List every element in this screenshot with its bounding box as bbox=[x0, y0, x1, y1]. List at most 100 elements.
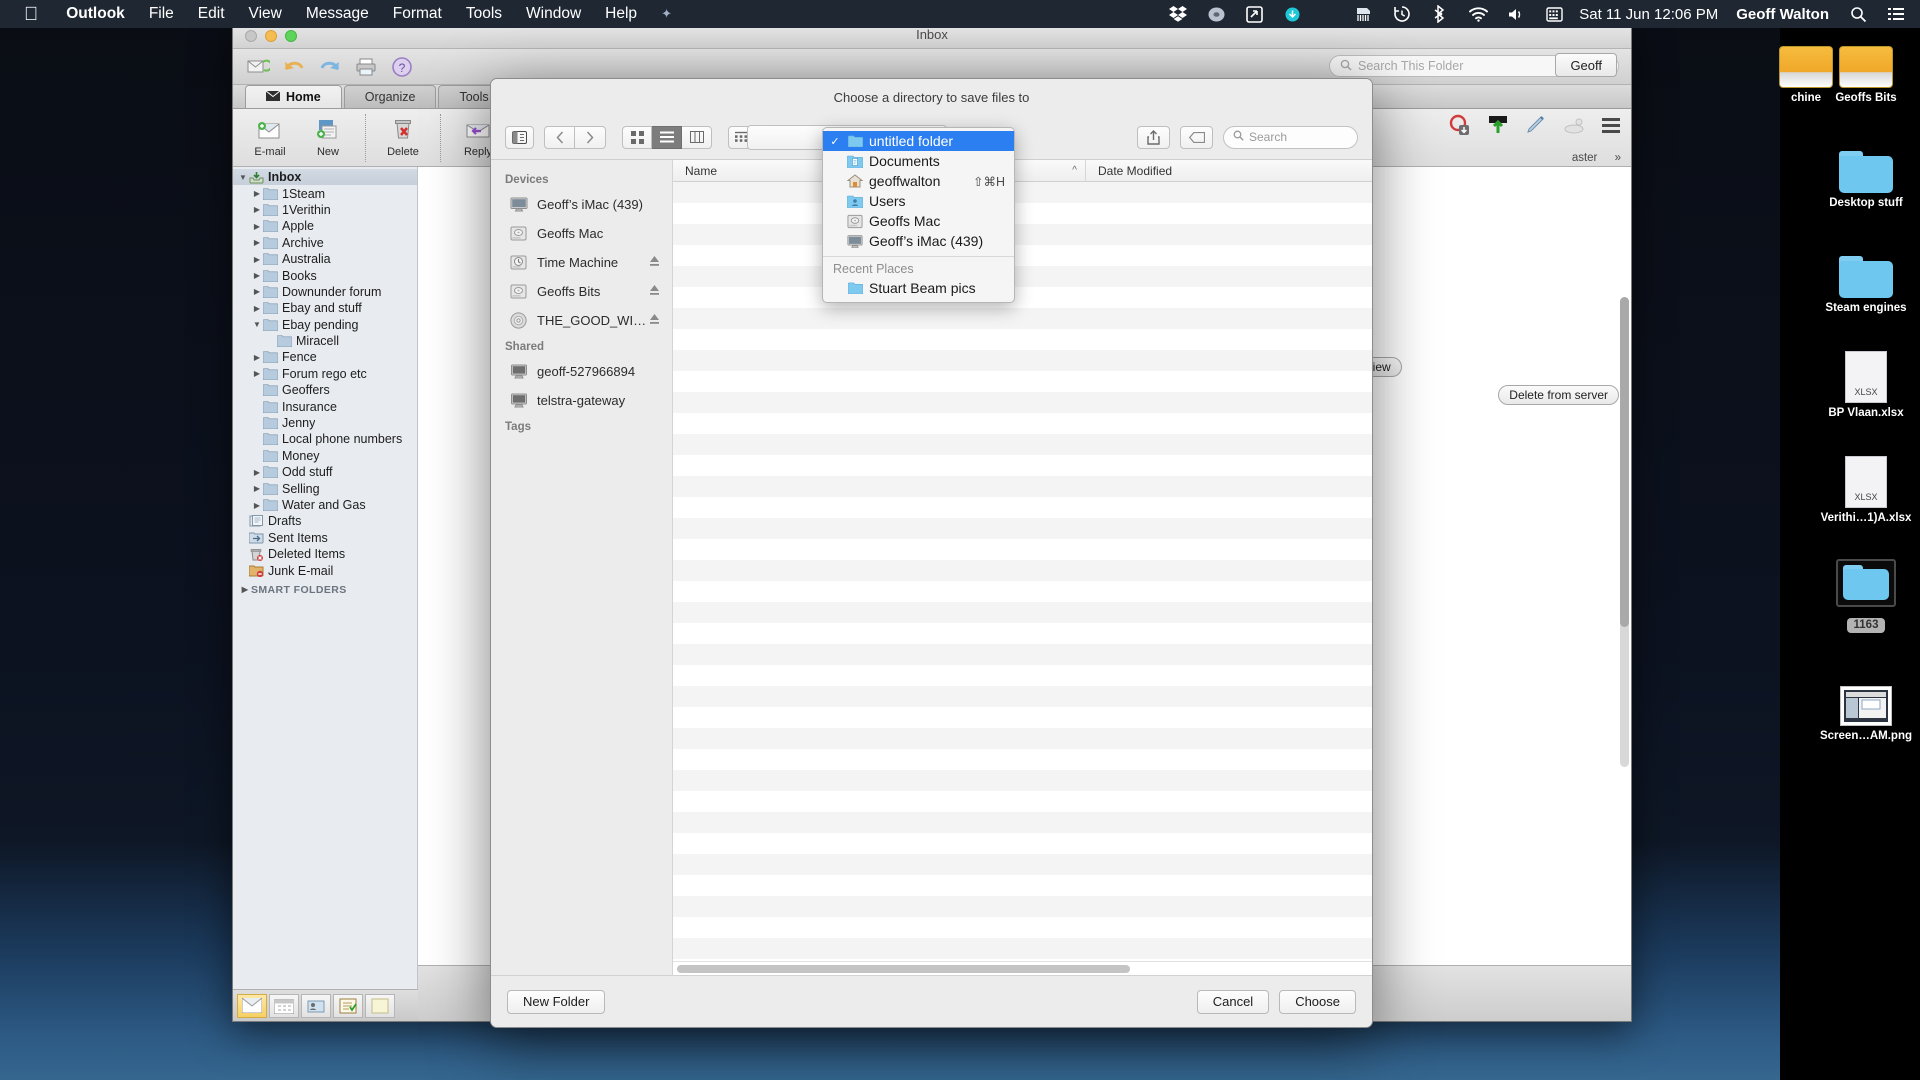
send-receive-icon[interactable] bbox=[243, 53, 273, 81]
chevron-right-icon[interactable]: ▶ bbox=[251, 304, 263, 313]
wifi-icon[interactable] bbox=[1468, 4, 1488, 24]
tag-icon[interactable] bbox=[1180, 125, 1213, 149]
dialog-sidebar[interactable]: Devices Geoff’s iMac (439) Geoffs Mac Time … bbox=[491, 160, 673, 975]
volume-icon[interactable] bbox=[1506, 4, 1526, 24]
choose-button[interactable]: Choose bbox=[1279, 989, 1356, 1014]
dropdown-item-geoffwalton[interactable]: geoffwalton ⇧⌘H bbox=[823, 171, 1014, 191]
keyboard-icon[interactable] bbox=[1544, 4, 1564, 24]
chevron-right-icon[interactable]: ▶ bbox=[251, 353, 263, 362]
scrollbar-thumb[interactable] bbox=[1620, 297, 1629, 627]
dock-mail-icon[interactable] bbox=[237, 993, 267, 1018]
dialog-sidebar-item-geoff-s-imac-439[interactable]: Geoff’s iMac (439) bbox=[491, 190, 672, 219]
dialog-sidebar-item-telstra-gateway[interactable]: telstra-gateway bbox=[491, 386, 672, 415]
file-list-row[interactable] bbox=[673, 833, 1372, 854]
move-icon[interactable] bbox=[1485, 113, 1511, 142]
redo-icon[interactable] bbox=[315, 53, 345, 81]
outlook-folder-selling[interactable]: ▶ Selling bbox=[233, 480, 417, 496]
dialog-sidebar-item-geoff-527966894[interactable]: geoff-527966894 bbox=[491, 357, 672, 386]
sidebar-toggle-icon[interactable] bbox=[505, 125, 534, 149]
chevron-left-icon[interactable] bbox=[544, 125, 575, 149]
dialog-sidebar-item-geoffs-bits[interactable]: Geoffs Bits bbox=[491, 277, 672, 306]
ribbon-button-new[interactable]: New bbox=[299, 112, 357, 158]
chevron-right-icon[interactable]: ▶ bbox=[251, 205, 263, 214]
outlook-folder-australia[interactable]: ▶ Australia bbox=[233, 251, 417, 267]
dropdown-item-users[interactable]: Users bbox=[823, 191, 1014, 211]
menu-item-edit[interactable]: Edit bbox=[186, 5, 237, 23]
chevron-right-icon[interactable]: ▶ bbox=[251, 484, 263, 493]
download-icon[interactable] bbox=[1282, 4, 1302, 24]
dock-tasks-icon[interactable] bbox=[333, 993, 363, 1018]
smart-folders-header[interactable]: ▶ SMART FOLDERS bbox=[233, 579, 417, 601]
file-list-row[interactable] bbox=[673, 749, 1372, 770]
outlook-folder-miracell[interactable]: Miracell bbox=[233, 333, 417, 349]
desktop-icon-folder-1163[interactable]: 1163 bbox=[1812, 552, 1920, 633]
scrollbar-thumb[interactable] bbox=[677, 964, 1130, 973]
file-list-row[interactable] bbox=[673, 476, 1372, 497]
icon-view-icon[interactable] bbox=[622, 125, 652, 149]
file-list-row[interactable] bbox=[673, 560, 1372, 581]
feather-icon[interactable]: ✦ bbox=[649, 6, 684, 22]
rules-icon[interactable] bbox=[1599, 114, 1623, 141]
share-icon[interactable] bbox=[1137, 125, 1170, 149]
outlook-folder-forum-rego-etc[interactable]: ▶ Forum rego etc bbox=[233, 366, 417, 382]
file-list-row[interactable] bbox=[673, 770, 1372, 791]
outlook-folder-fence[interactable]: ▶ Fence bbox=[233, 349, 417, 365]
outlook-folder-water-and-gas[interactable]: ▶ Water and Gas bbox=[233, 497, 417, 513]
outlook-folder-archive[interactable]: ▶ Archive bbox=[233, 235, 417, 251]
chevron-right-icon[interactable]: ▶ bbox=[251, 271, 263, 280]
pencil-icon[interactable] bbox=[1523, 113, 1549, 142]
file-list-row[interactable] bbox=[673, 665, 1372, 686]
disc-icon[interactable] bbox=[1206, 4, 1226, 24]
file-list-row[interactable] bbox=[673, 497, 1372, 518]
file-list-row[interactable] bbox=[673, 707, 1372, 728]
outlook-folder-sent-items[interactable]: Sent Items bbox=[233, 530, 417, 546]
file-list-row[interactable] bbox=[673, 287, 1372, 308]
shredder-icon[interactable] bbox=[1354, 4, 1374, 24]
outlook-folder-downunder-forum[interactable]: ▶ Downunder forum bbox=[233, 284, 417, 300]
file-list-row[interactable] bbox=[673, 938, 1372, 959]
file-list-row[interactable] bbox=[673, 917, 1372, 938]
menu-app-name[interactable]: Outlook bbox=[54, 5, 137, 23]
ribbon-button-email[interactable]: E-mail bbox=[241, 112, 299, 158]
dialog-sidebar-item-the-good-wife-s[interactable]: THE_GOOD_WIFE_S… bbox=[491, 306, 672, 335]
file-list-row[interactable] bbox=[673, 329, 1372, 350]
file-list-row[interactable] bbox=[673, 896, 1372, 917]
column-header-date[interactable]: Date Modified bbox=[1086, 164, 1172, 178]
cancel-button[interactable]: Cancel bbox=[1196, 989, 1270, 1014]
search-icon[interactable] bbox=[1848, 4, 1868, 24]
menu-item-view[interactable]: View bbox=[237, 5, 294, 23]
outlook-folder-junk-e-mail[interactable]: Junk E-mail bbox=[233, 562, 417, 578]
undo-icon[interactable] bbox=[279, 53, 309, 81]
outlook-folder-inbox[interactable]: ▼ Inbox bbox=[233, 169, 417, 186]
file-list-row[interactable] bbox=[673, 182, 1372, 203]
file-list-row[interactable] bbox=[673, 728, 1372, 749]
menu-item-window[interactable]: Window bbox=[514, 5, 593, 23]
chevron-right-icon[interactable]: ▶ bbox=[251, 501, 263, 510]
outlook-folder-1verithin[interactable]: ▶ 1Verithin bbox=[233, 202, 417, 218]
notification-center-icon[interactable] bbox=[1886, 4, 1906, 24]
outlook-folder-apple[interactable]: ▶ Apple bbox=[233, 218, 417, 234]
file-list-row[interactable] bbox=[673, 875, 1372, 896]
outlook-folder-geoffers[interactable]: Geoffers bbox=[233, 382, 417, 398]
help-icon[interactable]: ? bbox=[387, 53, 417, 81]
file-list-row[interactable] bbox=[673, 245, 1372, 266]
file-list-row[interactable] bbox=[673, 434, 1372, 455]
dropdown-item-geoff-s-imac-439[interactable]: Geoff’s iMac (439) bbox=[823, 231, 1014, 251]
file-list-row[interactable] bbox=[673, 308, 1372, 329]
outlook-folder-money[interactable]: Money bbox=[233, 448, 417, 464]
dropdown-item-untitled-folder[interactable]: ✓ untitled folder bbox=[823, 131, 1014, 151]
chevron-right-icon[interactable]: ▶ bbox=[251, 238, 263, 247]
chevron-right-icon[interactable]: ▶ bbox=[251, 222, 263, 231]
outlook-folder-deleted-items[interactable]: Deleted Items bbox=[233, 546, 417, 562]
outlook-folder-jenny[interactable]: Jenny bbox=[233, 415, 417, 431]
outlook-folder-1steam[interactable]: ▶ 1Steam bbox=[233, 185, 417, 201]
desktop-icon-geoffs-bits[interactable]: Geoffs Bits bbox=[1812, 30, 1920, 105]
dialog-search-field[interactable]: Search bbox=[1223, 125, 1358, 149]
outlook-folder-ebay-and-stuff[interactable]: ▶ Ebay and stuff bbox=[233, 300, 417, 316]
delete-from-server-button[interactable]: Delete from server bbox=[1498, 385, 1619, 405]
menu-item-format[interactable]: Format bbox=[381, 5, 454, 23]
outlook-folder-insurance[interactable]: Insurance bbox=[233, 398, 417, 414]
file-list-row[interactable] bbox=[673, 413, 1372, 434]
unread-icon[interactable] bbox=[1447, 113, 1473, 142]
ribbon-overflow-button[interactable]: » bbox=[1615, 152, 1621, 164]
